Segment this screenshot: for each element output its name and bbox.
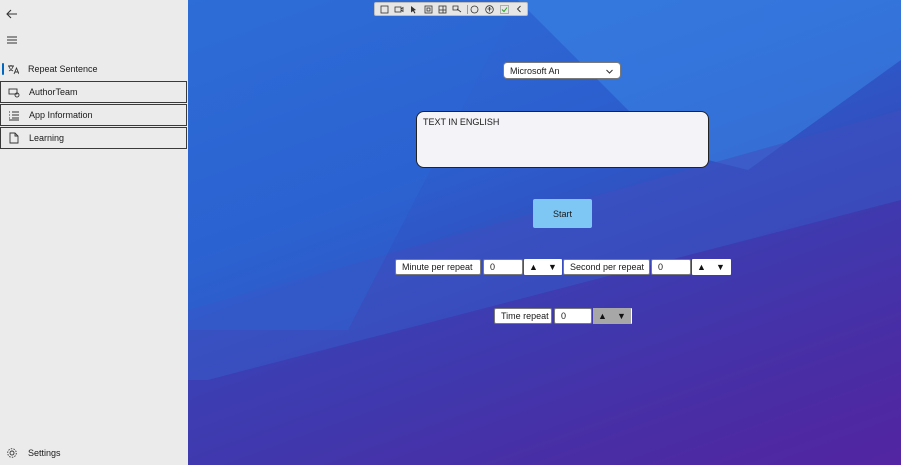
debug-toolbar bbox=[374, 2, 528, 16]
team-icon bbox=[8, 86, 20, 98]
main-content: Microsoft An TEXT IN ENGLISH Start Minut… bbox=[188, 0, 901, 465]
time-repeat-label: Time repeat bbox=[494, 308, 552, 324]
start-button[interactable]: Start bbox=[533, 199, 592, 228]
nav-item-learning[interactable]: Learning bbox=[0, 127, 187, 149]
time-repeat-increase-button[interactable]: ▲ bbox=[593, 308, 612, 324]
second-per-repeat-input[interactable]: 0 bbox=[651, 259, 691, 275]
check-icon[interactable] bbox=[498, 4, 511, 15]
sentence-text-value: TEXT IN ENGLISH bbox=[423, 117, 500, 127]
accessibility-icon[interactable] bbox=[483, 4, 496, 15]
second-decrease-button[interactable]: ▼ bbox=[711, 259, 730, 275]
time-repeat-decrease-button[interactable]: ▼ bbox=[612, 308, 631, 324]
chevron-down-icon bbox=[606, 69, 613, 74]
time-repeat-input[interactable]: 0 bbox=[554, 308, 592, 324]
nav-item-label: AuthorTeam bbox=[29, 87, 78, 97]
voice-dropdown[interactable]: Microsoft An bbox=[503, 62, 621, 79]
settings-label: Settings bbox=[28, 448, 61, 458]
binding-icon[interactable] bbox=[469, 4, 482, 15]
voice-dropdown-value: Microsoft An bbox=[510, 66, 560, 76]
time-repeat-spinner: ▲ ▼ bbox=[593, 308, 632, 324]
minute-increase-button[interactable]: ▲ bbox=[524, 259, 543, 275]
nav-item-app-information[interactable]: App Information bbox=[0, 104, 187, 126]
navigation-pane: Repeat Sentence AuthorTeam App Informati… bbox=[0, 0, 188, 465]
sentence-text-input[interactable]: TEXT IN ENGLISH bbox=[416, 111, 709, 168]
back-button[interactable] bbox=[5, 7, 19, 21]
minute-decrease-button[interactable]: ▼ bbox=[543, 259, 562, 275]
camera-icon[interactable] bbox=[393, 4, 406, 15]
second-per-repeat-label: Second per repeat bbox=[563, 259, 650, 275]
menu-toggle-button[interactable] bbox=[5, 33, 19, 47]
tracking-icon[interactable] bbox=[451, 4, 464, 15]
frame-icon[interactable] bbox=[422, 4, 435, 15]
pointer-icon[interactable] bbox=[407, 4, 420, 15]
nav-item-label: App Information bbox=[29, 110, 93, 120]
document-icon bbox=[8, 132, 20, 144]
toolbar-separator bbox=[466, 4, 468, 14]
minute-per-repeat-input[interactable]: 0 bbox=[483, 259, 523, 275]
nav-item-repeat-sentence[interactable]: Repeat Sentence bbox=[0, 58, 187, 80]
select-icon[interactable] bbox=[378, 4, 391, 15]
nav-item-label: Learning bbox=[29, 133, 65, 143]
back-arrow-icon bbox=[6, 9, 17, 19]
nav-item-label: Repeat Sentence bbox=[28, 64, 98, 74]
nav-item-author-team[interactable]: AuthorTeam bbox=[0, 81, 187, 103]
gear-icon bbox=[6, 447, 18, 459]
hamburger-icon bbox=[7, 36, 17, 44]
settings-item[interactable]: Settings bbox=[0, 445, 187, 461]
second-increase-button[interactable]: ▲ bbox=[692, 259, 711, 275]
minute-spinner: ▲ ▼ bbox=[524, 259, 562, 275]
list-icon bbox=[8, 109, 20, 121]
collapse-icon[interactable] bbox=[512, 4, 525, 15]
minute-per-repeat-label: Minute per repeat bbox=[395, 259, 481, 275]
second-spinner: ▲ ▼ bbox=[692, 259, 731, 275]
selection-indicator bbox=[2, 63, 4, 75]
translate-icon bbox=[7, 63, 19, 75]
layout-icon[interactable] bbox=[436, 4, 449, 15]
